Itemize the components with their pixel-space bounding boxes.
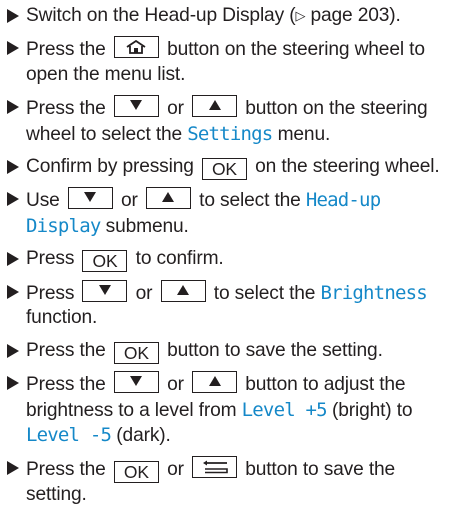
up-button-key bbox=[145, 187, 191, 210]
step-text: Press the bbox=[26, 459, 111, 481]
down-arrow-icon bbox=[130, 99, 143, 110]
step-text: Press bbox=[26, 248, 80, 270]
step-bullet-icon bbox=[7, 461, 19, 476]
step-text: Press bbox=[26, 282, 80, 304]
down-button-key bbox=[113, 371, 159, 394]
step-bullet-icon bbox=[7, 192, 19, 207]
step-text: submenu. bbox=[100, 215, 189, 237]
step-text: Press the bbox=[26, 374, 111, 396]
up-arrow-icon bbox=[208, 376, 221, 387]
step-9: Press the or button to adjust the bright… bbox=[6, 371, 458, 449]
up-button-key bbox=[192, 371, 238, 394]
step-text: on the steering wheel. bbox=[249, 155, 440, 177]
step-bullet-icon bbox=[7, 284, 19, 299]
down-arrow-icon bbox=[130, 376, 143, 387]
up-arrow-icon bbox=[208, 99, 221, 110]
up-arrow-icon bbox=[177, 284, 190, 295]
or-text: or bbox=[161, 97, 190, 119]
step-3: Press the or button on the steering whee… bbox=[6, 94, 458, 147]
step-text: to confirm. bbox=[130, 248, 224, 270]
or-text: or bbox=[130, 282, 158, 304]
step-2: Press the button on the steering wheel t… bbox=[6, 36, 458, 87]
menu-name: Settings bbox=[187, 122, 273, 145]
step-bullet-icon bbox=[7, 41, 19, 56]
step-6: Press OK to confirm. bbox=[6, 247, 458, 273]
level-value: Level -5 bbox=[26, 424, 112, 447]
up-arrow-icon bbox=[162, 192, 175, 203]
step-text: function. bbox=[26, 307, 98, 329]
home-button-key bbox=[113, 36, 159, 59]
ok-button-key: OK bbox=[201, 157, 247, 180]
step-text: Switch on the Head-up Display ( bbox=[26, 5, 296, 26]
step-bullet-icon bbox=[7, 159, 19, 174]
step-text: page 203). bbox=[305, 5, 401, 26]
step-bullet-icon bbox=[7, 99, 19, 114]
step-bullet-icon bbox=[7, 343, 19, 358]
down-button-key bbox=[67, 187, 113, 210]
step-text: (bright) to bbox=[326, 399, 413, 421]
step-10: Press the OK or button to save the setti… bbox=[6, 456, 458, 508]
step-8: Press the OK button to save the setting. bbox=[6, 339, 458, 364]
step-text: Press the bbox=[26, 339, 111, 361]
ok-button-key: OK bbox=[113, 461, 159, 484]
step-text: (dark). bbox=[111, 425, 171, 447]
level-value: Level +5 bbox=[241, 398, 328, 421]
step-4: Confirm by pressing OK on the steering w… bbox=[6, 155, 458, 180]
step-bullet-icon bbox=[7, 376, 19, 391]
step-text: Use bbox=[26, 190, 65, 212]
down-arrow-icon bbox=[84, 192, 97, 203]
ok-button-key: OK bbox=[113, 341, 159, 364]
step-7: Press or to select the Brightness functi… bbox=[6, 279, 458, 331]
down-button-key bbox=[82, 279, 128, 302]
up-button-key bbox=[192, 94, 238, 117]
ok-button-key: OK bbox=[82, 250, 128, 273]
page-ref-icon: ▷ bbox=[295, 8, 306, 23]
or-text: or bbox=[161, 459, 190, 481]
back-icon bbox=[202, 460, 228, 474]
home-icon bbox=[126, 40, 146, 55]
or-text: or bbox=[161, 374, 190, 396]
step-text: button to save the setting. bbox=[161, 339, 383, 361]
step-text: to select the bbox=[208, 282, 321, 304]
step-bullet-icon bbox=[7, 252, 19, 267]
instruction-list: Switch on the Head-up Display (▷ page 20… bbox=[6, 4, 458, 516]
step-text: Press the bbox=[26, 39, 111, 61]
up-button-key bbox=[160, 279, 206, 302]
step-1: Switch on the Head-up Display (▷ page 20… bbox=[6, 4, 458, 29]
step-text: Press the bbox=[26, 97, 111, 119]
step-text: menu. bbox=[272, 123, 331, 145]
or-text: or bbox=[115, 190, 143, 212]
step-text: Confirm by pressing bbox=[26, 155, 199, 177]
down-button-key bbox=[113, 94, 159, 117]
menu-name: Brightness bbox=[320, 281, 427, 304]
step-text: to select the bbox=[193, 190, 306, 212]
step-5: Use or to select the Head-up Display sub… bbox=[6, 187, 458, 239]
down-arrow-icon bbox=[98, 284, 111, 295]
back-button-key bbox=[192, 456, 238, 479]
step-bullet-icon bbox=[7, 9, 19, 23]
